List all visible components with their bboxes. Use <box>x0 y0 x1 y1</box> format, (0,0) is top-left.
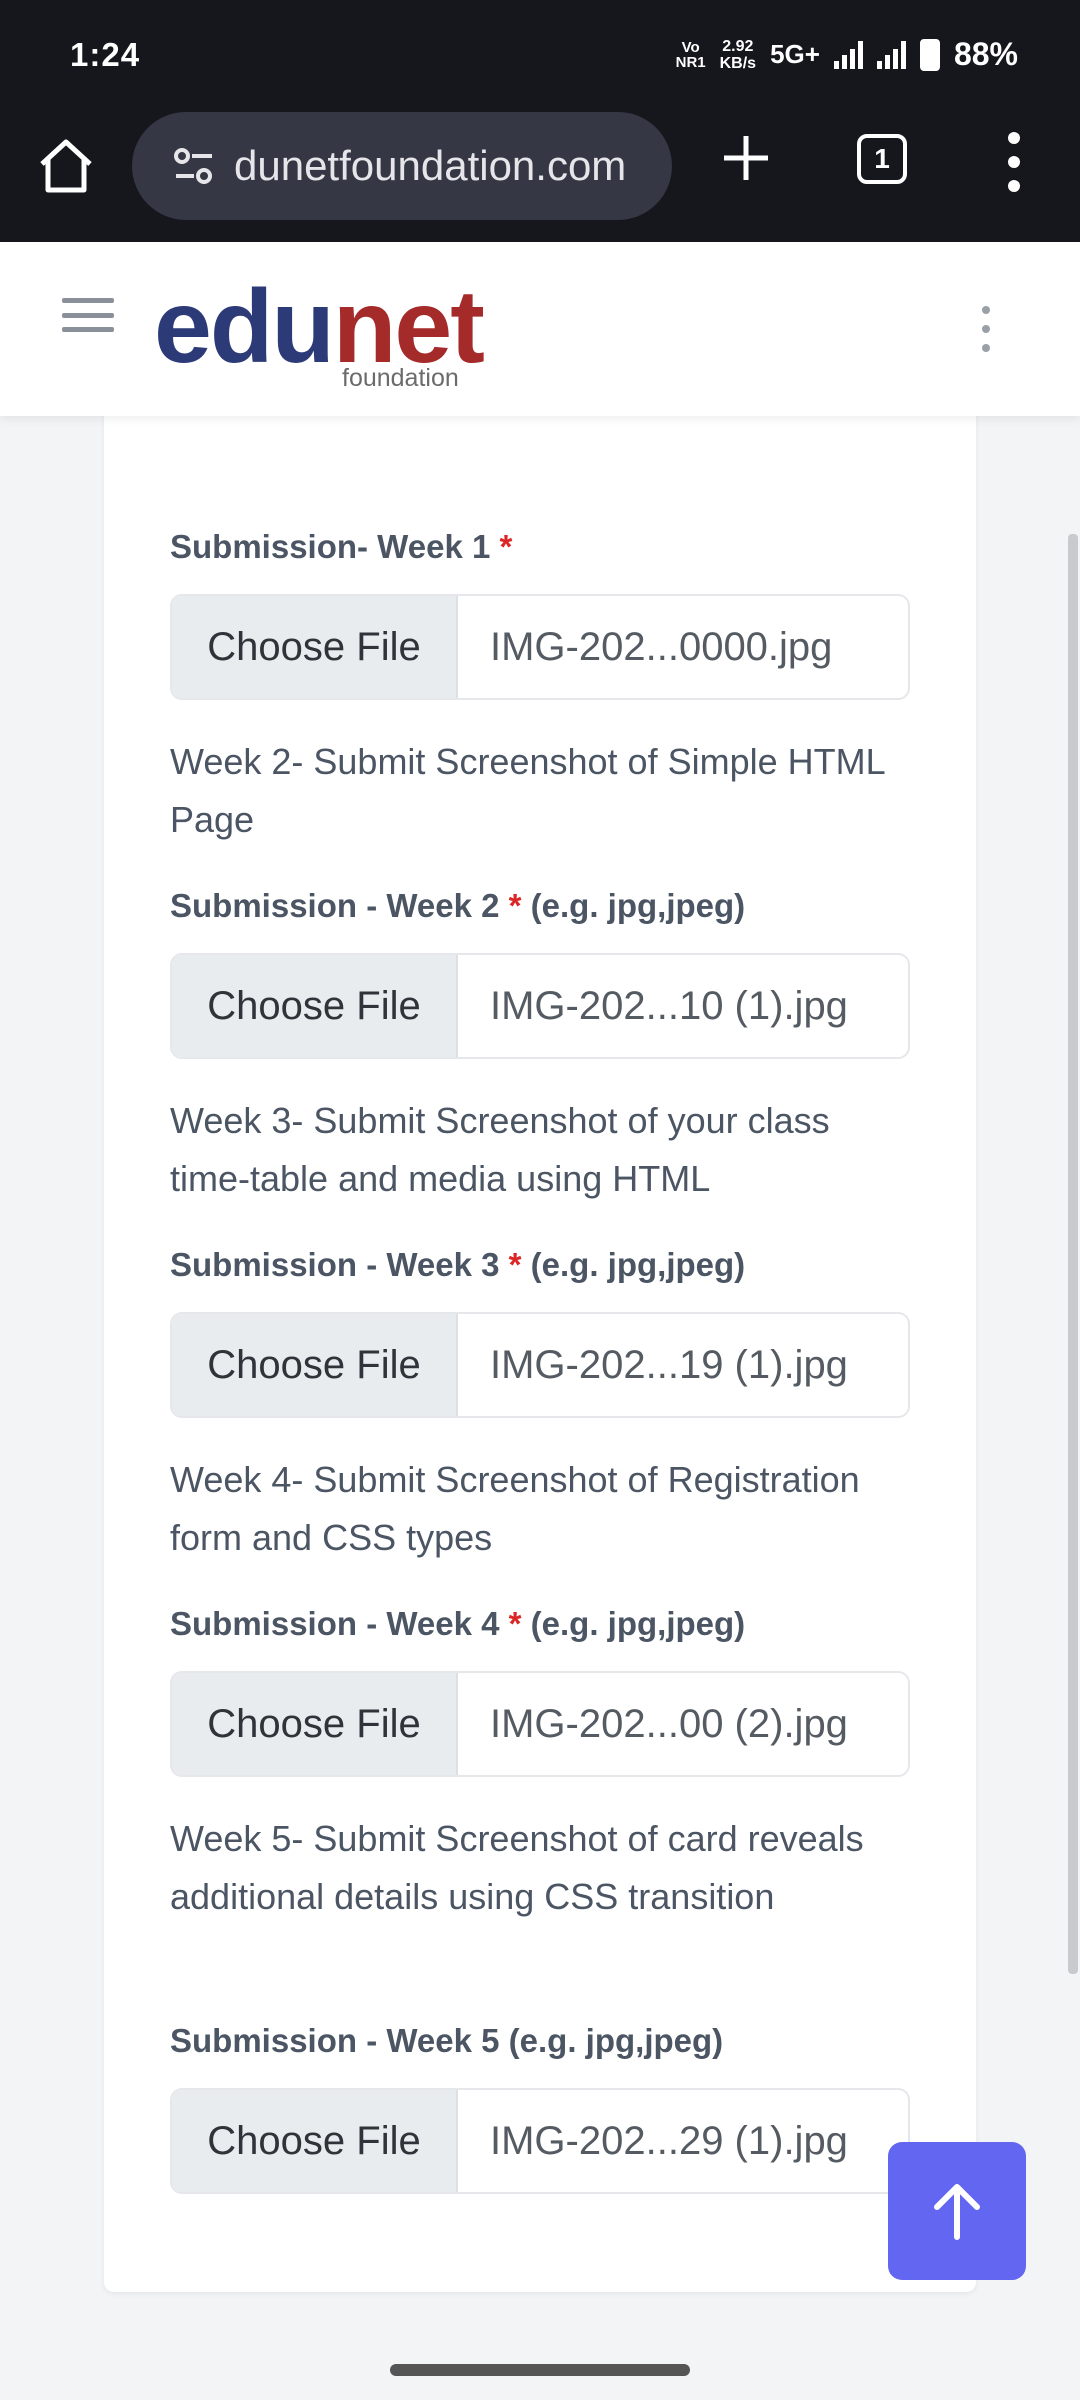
signal-icon-1 <box>833 40 863 69</box>
plus-icon[interactable] <box>718 130 774 186</box>
choose-file-button[interactable]: Choose File <box>172 596 458 698</box>
file-type-hint: (e.g. jpg,jpeg) <box>530 1605 746 1642</box>
selected-file-name: IMG-202...19 (1).jpg <box>490 1342 848 1387</box>
choose-file-button[interactable]: Choose File <box>172 1314 458 1416</box>
page-scrollbar[interactable] <box>1068 534 1078 1974</box>
status-bar: 1:24 Vo NR1 2.92 KB/s 5G+ 88% <box>0 0 1080 112</box>
arrow-up-icon <box>934 2184 980 2240</box>
week2-label: Submission - Week 2 * (e.g. jpg,jpeg) <box>170 887 745 925</box>
week4-file-input[interactable]: Choose File IMG-202...00 (2).jpg <box>170 1671 910 1777</box>
week3-file-input[interactable]: Choose File IMG-202...19 (1).jpg <box>170 1312 910 1418</box>
file-type-hint: (e.g. jpg,jpeg) <box>530 887 746 924</box>
week4-description: Week 4- Submit Screenshot of Registratio… <box>170 1459 860 1558</box>
choose-file-button[interactable]: Choose File <box>172 2090 458 2192</box>
scroll-to-top-button[interactable] <box>888 2142 1026 2280</box>
week4-label: Submission - Week 4 * (e.g. jpg,jpeg) <box>170 1605 745 1643</box>
week3-label: Submission - Week 3 * (e.g. jpg,jpeg) <box>170 1246 745 1284</box>
volte-icon: Vo NR1 <box>676 40 706 70</box>
week5-description: Week 5- Submit Screenshot of card reveal… <box>170 1818 864 1917</box>
volte-top: Vo <box>681 38 700 56</box>
selected-file-name: IMG-202...0000.jpg <box>490 624 833 669</box>
network-speed-value: 2.92 <box>722 37 754 55</box>
week1-label: Submission- Week 1 * <box>170 528 512 566</box>
status-indicators: Vo NR1 2.92 KB/s 5G+ 88% <box>676 36 1018 73</box>
address-bar[interactable]: dunetfoundation.com <box>132 112 672 220</box>
week1-file-input[interactable]: Choose File IMG-202...0000.jpg <box>170 594 910 700</box>
week1-label-text: Submission- Week 1 <box>170 528 491 565</box>
logo-edu: edu <box>154 269 335 385</box>
required-marker: * <box>499 528 513 565</box>
network-speed-unit: KB/s <box>719 54 757 72</box>
more-vert-icon[interactable] <box>1004 132 1024 192</box>
week5-label: Submission - Week 5 (e.g. jpg,jpeg) <box>170 2022 723 2060</box>
week4-label-text: Submission - Week 4 <box>170 1605 500 1642</box>
required-marker: * <box>508 887 522 924</box>
browser-toolbar: dunetfoundation.com 1 <box>0 112 1080 242</box>
gesture-nav-handle[interactable] <box>390 2364 690 2376</box>
file-type-hint: (e.g. jpg,jpeg) <box>508 2022 724 2059</box>
signal-icon-2 <box>876 40 906 69</box>
site-header: edunet foundation <box>0 242 1080 416</box>
network-type: 5G+ <box>770 39 820 69</box>
required-marker: * <box>508 1246 522 1283</box>
menu-icon[interactable] <box>62 298 114 332</box>
choose-file-button[interactable]: Choose File <box>172 1673 458 1775</box>
url-text: dunetfoundation.com <box>234 142 627 189</box>
more-vert-icon[interactable] <box>979 306 993 352</box>
tune-icon[interactable] <box>172 144 216 188</box>
week2-file-input[interactable]: Choose File IMG-202...10 (1).jpg <box>170 953 910 1059</box>
logo-subtitle: foundation <box>342 364 459 392</box>
edunet-logo[interactable]: edunet foundation <box>154 272 494 392</box>
battery-level: 88% <box>953 36 1018 72</box>
network-speed: 2.92 KB/s <box>720 38 756 72</box>
volte-bottom: NR1 <box>675 53 706 71</box>
tab-switcher-icon[interactable]: 1 <box>857 134 907 184</box>
week3-description: Week 3- Submit Screenshot of your class … <box>170 1100 830 1199</box>
week3-label-text: Submission - Week 3 <box>170 1246 500 1283</box>
selected-file-name: IMG-202...29 (1).jpg <box>490 2118 848 2163</box>
required-marker: * <box>508 1605 522 1642</box>
week2-description: Week 2- Submit Screenshot of Simple HTML… <box>170 741 885 840</box>
selected-file-name: IMG-202...10 (1).jpg <box>490 983 848 1028</box>
week2-label-text: Submission - Week 2 <box>170 887 500 924</box>
status-time: 1:24 <box>70 36 141 73</box>
file-type-hint: (e.g. jpg,jpeg) <box>530 1246 746 1283</box>
week5-label-text: Submission - Week 5 <box>170 2022 500 2059</box>
home-icon[interactable] <box>34 134 98 198</box>
choose-file-button[interactable]: Choose File <box>172 955 458 1057</box>
selected-file-name: IMG-202...00 (2).jpg <box>490 1701 848 1746</box>
battery-icon <box>919 38 940 71</box>
week5-file-input[interactable]: Choose File IMG-202...29 (1).jpg <box>170 2088 910 2194</box>
